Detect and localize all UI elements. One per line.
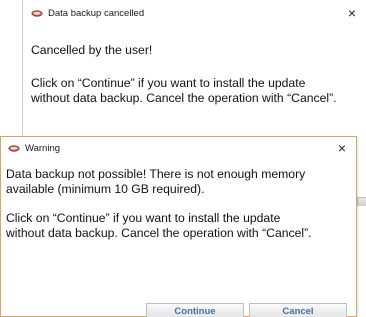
dialog-titlebar[interactable]: Data backup cancelled × [23,0,366,24]
close-icon[interactable]: × [338,141,346,155]
dialog-body: Cancelled by the user! Click on “Continu… [31,43,337,106]
screen: Data backup cancelled × Cancelled by the… [0,0,366,317]
warning-dialog: Warning × Data backup not possible! Ther… [0,136,357,317]
cancel-button[interactable]: Cancel [249,303,347,317]
cancel-message: Cancelled by the user! [31,43,153,57]
background-dialog-button-fragment [357,197,366,206]
instruction-line-2: without data backup. Cancel the operatio… [6,226,312,240]
warning-line-1: Data backup not possible! There is not e… [6,167,306,181]
dialog-titlebar[interactable]: Warning × [1,137,356,159]
instruction-line-2: without data backup. Cancel the operatio… [31,91,337,105]
dialog-body: Data backup not possible! There is not e… [6,167,312,241]
app-icon [8,144,20,152]
dialog-title: Warning [25,142,61,154]
instruction-line-1: Click on “Continue” if you want to insta… [6,211,281,225]
instruction-line-1: Click on “Continue” if you want to insta… [31,76,306,90]
app-icon [31,9,43,17]
continue-button[interactable]: Continue [146,303,244,317]
close-icon[interactable]: × [348,6,356,20]
warning-line-2: available (minimum 10 GB required). [6,182,205,196]
dialog-title: Data backup cancelled [48,7,145,19]
